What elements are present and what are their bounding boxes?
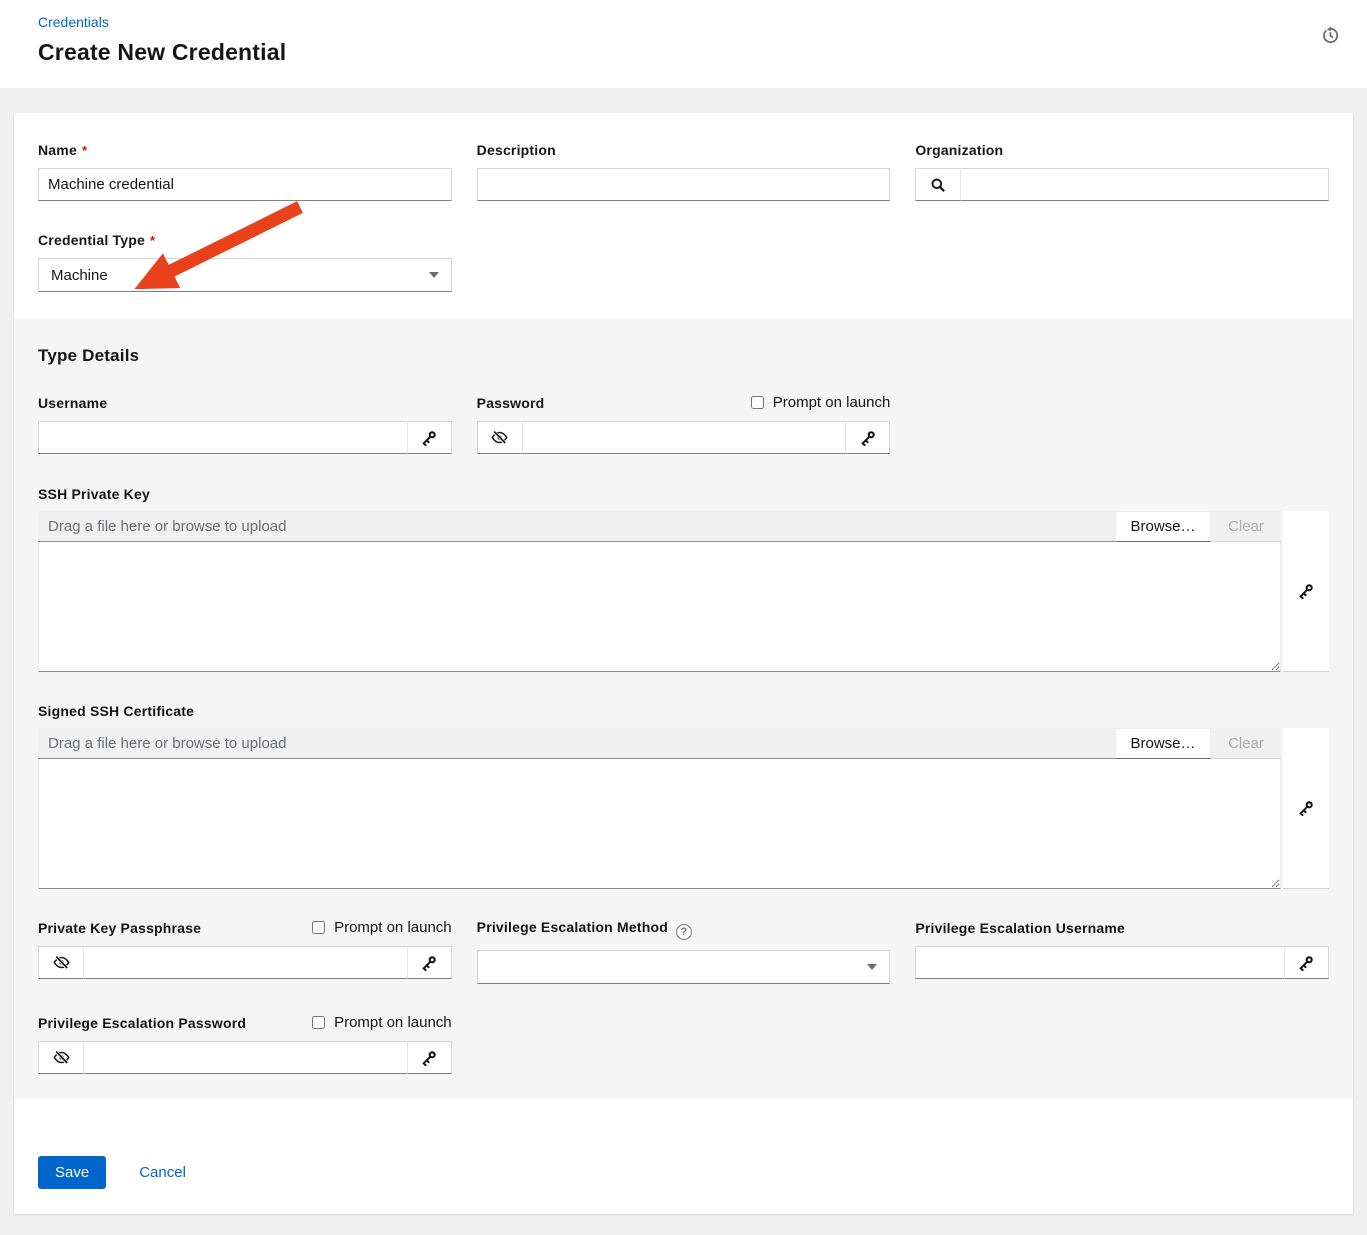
privilege-escalation-password-field-group: Privilege Escalation Password Prompt on … [38, 1014, 452, 1074]
password-input[interactable] [522, 421, 846, 454]
privilege-escalation-method-label: Privilege Escalation Method? [477, 919, 692, 940]
description-label: Description [477, 142, 556, 158]
credential-type-select[interactable]: Machine [38, 258, 452, 292]
password-prompt-checkbox[interactable] [751, 396, 764, 409]
private-key-passphrase-field-group: Private Key Passphrase Prompt on launch [38, 919, 452, 984]
key-icon [421, 430, 437, 446]
credential-type-label: Credential Type* [38, 232, 155, 248]
password-credential-lookup-button[interactable] [845, 421, 890, 454]
create-credential-page: { "header": { "breadcrumb": "Credentials… [0, 0, 1367, 1235]
signed-ssh-certificate-label: Signed SSH Certificate [38, 703, 194, 719]
password-visibility-toggle[interactable] [477, 421, 522, 454]
cancel-link[interactable]: Cancel [139, 1164, 186, 1181]
private-key-passphrase-credential-lookup-button[interactable] [407, 946, 452, 979]
ssh-private-key-textarea[interactable] [38, 542, 1281, 672]
username-credential-lookup-button[interactable] [407, 421, 452, 454]
key-icon [1298, 955, 1314, 971]
ssh-private-key-credential-lookup-button[interactable] [1283, 511, 1329, 672]
password-field-group: Password Prompt on launch [477, 394, 891, 454]
privilege-escalation-username-field-group: Privilege Escalation Username [915, 919, 1329, 984]
privilege-escalation-username-input[interactable] [915, 946, 1284, 979]
ssh-private-key-label: SSH Private Key [38, 486, 150, 502]
privilege-escalation-password-input[interactable] [83, 1041, 407, 1074]
privilege-escalation-password-visibility-toggle[interactable] [38, 1041, 83, 1074]
organization-label: Organization [915, 142, 1003, 158]
eye-slash-icon [53, 1049, 70, 1066]
signed-ssh-certificate-dropzone[interactable]: Drag a file here or browse to upload [38, 728, 1115, 759]
ssh-private-key-dropzone[interactable]: Drag a file here or browse to upload [38, 511, 1115, 542]
eye-slash-icon [53, 954, 70, 971]
key-icon [421, 955, 437, 971]
private-key-passphrase-input[interactable] [83, 946, 407, 979]
organization-search-button[interactable] [915, 168, 960, 201]
privilege-escalation-method-field-group: Privilege Escalation Method? [477, 919, 891, 984]
credential-type-field-group: Credential Type* Machine [38, 231, 452, 292]
key-icon [1298, 583, 1314, 599]
ssh-private-key-field-group: SSH Private Key Drag a file here or brow… [38, 485, 1329, 672]
privilege-escalation-username-label: Privilege Escalation Username [915, 920, 1125, 936]
type-details-section: Type Details Username Pas [14, 319, 1353, 1099]
credential-type-value: Machine [51, 267, 108, 284]
breadcrumb-credentials-link[interactable]: Credentials [38, 14, 109, 30]
history-icon [1321, 26, 1339, 44]
privilege-escalation-method-select[interactable] [477, 950, 891, 984]
name-label: Name* [38, 142, 87, 158]
key-icon [421, 1050, 437, 1066]
privilege-escalation-password-prompt-checkbox[interactable] [312, 1016, 325, 1029]
caret-down-icon [429, 272, 439, 278]
username-field-group: Username [38, 394, 452, 454]
private-key-passphrase-label: Private Key Passphrase [38, 920, 201, 936]
page-content: Name* Description Organization [0, 88, 1367, 1235]
ssh-private-key-clear-button[interactable]: Clear [1211, 511, 1281, 542]
organization-input[interactable] [960, 168, 1329, 201]
required-asterisk: * [150, 233, 155, 248]
form-actions: Save Cancel [14, 1099, 1353, 1214]
name-field-group: Name* [38, 141, 452, 201]
question-circle-icon[interactable]: ? [676, 924, 692, 940]
type-details-heading: Type Details [38, 346, 1329, 366]
history-button[interactable] [1321, 26, 1339, 44]
privilege-escalation-username-credential-lookup-button[interactable] [1284, 946, 1329, 979]
basic-fields-section: Name* Description Organization [14, 113, 1353, 319]
ssh-private-key-browse-button[interactable]: Browse… [1115, 511, 1211, 542]
privilege-escalation-password-prompt-label: Prompt on launch [334, 1014, 452, 1031]
description-field-group: Description [477, 141, 891, 201]
page-header: Credentials Create New Credential [0, 0, 1367, 88]
privilege-escalation-password-prompt-on-launch: Prompt on launch [312, 1014, 452, 1031]
breadcrumb: Credentials [38, 14, 1367, 32]
password-label: Password [477, 395, 545, 411]
signed-ssh-certificate-clear-button[interactable]: Clear [1211, 728, 1281, 759]
username-input[interactable] [38, 421, 407, 454]
password-prompt-on-launch: Prompt on launch [751, 394, 891, 411]
eye-slash-icon [491, 429, 508, 446]
search-icon [930, 177, 946, 193]
private-key-passphrase-visibility-toggle[interactable] [38, 946, 83, 979]
signed-ssh-certificate-credential-lookup-button[interactable] [1283, 728, 1329, 889]
private-key-passphrase-prompt-on-launch: Prompt on launch [312, 919, 452, 936]
signed-ssh-certificate-textarea[interactable] [38, 759, 1281, 889]
required-asterisk: * [82, 143, 87, 158]
caret-down-icon [867, 964, 877, 970]
key-icon [860, 430, 876, 446]
name-input[interactable] [38, 168, 452, 201]
credential-form-card: Name* Description Organization [14, 113, 1353, 1214]
password-prompt-label: Prompt on launch [773, 394, 891, 411]
private-key-passphrase-prompt-label: Prompt on launch [334, 919, 452, 936]
key-icon [1298, 800, 1314, 816]
username-label: Username [38, 395, 107, 411]
description-input[interactable] [477, 168, 891, 201]
save-button[interactable]: Save [38, 1156, 106, 1189]
signed-ssh-certificate-field-group: Signed SSH Certificate Drag a file here … [38, 702, 1329, 889]
organization-field-group: Organization [915, 141, 1329, 201]
privilege-escalation-password-label: Privilege Escalation Password [38, 1015, 246, 1031]
signed-ssh-certificate-browse-button[interactable]: Browse… [1115, 728, 1211, 759]
privilege-escalation-password-credential-lookup-button[interactable] [407, 1041, 452, 1074]
page-title: Create New Credential [38, 39, 1367, 66]
private-key-passphrase-prompt-checkbox[interactable] [312, 921, 325, 934]
